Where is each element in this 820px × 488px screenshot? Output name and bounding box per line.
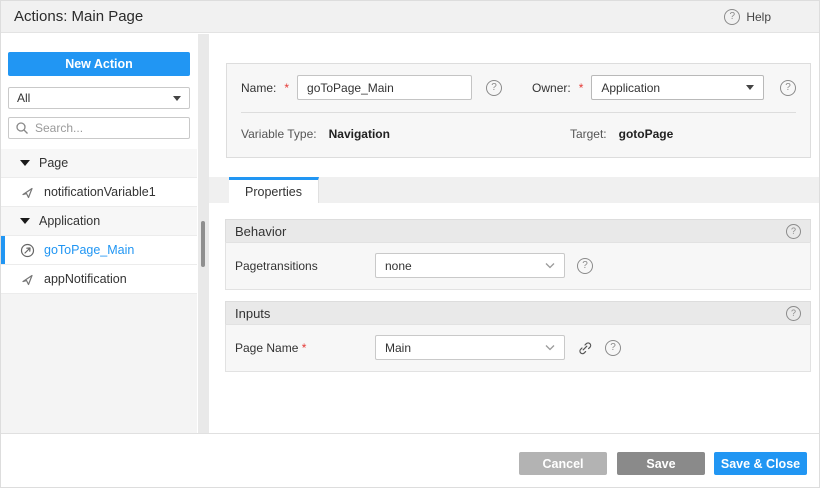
tab-properties[interactable]: Properties <box>229 177 319 203</box>
type-target-row: Variable Type: Navigation Target: gotoPa… <box>227 113 810 141</box>
filter-dropdown-value: All <box>17 91 31 105</box>
help-icon: ? <box>724 8 741 25</box>
required-asterisk: * <box>301 340 307 355</box>
link-icon[interactable] <box>577 340 593 356</box>
actions-tree: Page notificationVariable1 Application g… <box>1 149 197 294</box>
tree-group-label: Page <box>39 156 69 170</box>
tree-item-label: notificationVariable1 <box>44 185 156 199</box>
name-help-icon[interactable]: ? <box>486 79 503 96</box>
inputs-section-title: Inputs <box>235 305 271 321</box>
required-asterisk: * <box>578 80 584 95</box>
actions-editor-window: Actions: Main Page ? Help New Action All <box>0 0 820 488</box>
caret-down-icon <box>173 95 181 101</box>
cancel-button[interactable]: Cancel <box>519 452 607 475</box>
tree-item-label: appNotification <box>44 272 127 286</box>
search-icon <box>15 121 30 136</box>
scrollbar-thumb[interactable] <box>201 221 205 267</box>
target-label: Target: <box>569 127 607 141</box>
chevron-down-icon <box>545 262 555 269</box>
actions-sidebar: New Action All Page notification <box>1 34 197 433</box>
notification-icon <box>20 272 35 287</box>
behavior-section-title: Behavior <box>235 223 287 239</box>
behavior-section: Behavior ? Pagetransitions none ? <box>225 219 811 290</box>
tab-strip: Properties <box>209 177 819 203</box>
save-and-close-button[interactable]: Save & Close <box>714 452 807 475</box>
footer-bar: Cancel Save Save & Close <box>1 433 819 487</box>
tab-properties-label: Properties <box>245 184 302 199</box>
behavior-section-header: Behavior ? <box>225 219 811 242</box>
page-name-help-icon[interactable]: ? <box>605 339 621 356</box>
tree-item-notificationvariable1[interactable]: notificationVariable1 <box>1 178 197 207</box>
required-asterisk: * <box>284 80 290 95</box>
owner-help-icon[interactable]: ? <box>780 79 796 96</box>
page-name-label: Page Name * <box>235 340 307 355</box>
tree-item-appnotification[interactable]: appNotification <box>1 265 197 294</box>
pagetransitions-dropdown-value: none <box>385 258 412 273</box>
new-action-button[interactable]: New Action <box>8 52 190 76</box>
expand-triangle-icon[interactable] <box>20 160 30 166</box>
page-name-dropdown-value: Main <box>385 340 412 355</box>
search-box[interactable] <box>8 117 190 139</box>
help-button[interactable]: ? Help <box>724 8 771 25</box>
owner-dropdown[interactable]: Application <box>591 75 764 100</box>
tree-group-application[interactable]: Application <box>1 207 197 236</box>
search-input[interactable] <box>35 121 185 135</box>
filter-dropdown[interactable]: All <box>8 87 190 109</box>
variable-type-label: Variable Type: <box>241 127 317 141</box>
header-bar: Actions: Main Page ? Help <box>1 1 819 33</box>
sidebar-scrollbar[interactable] <box>198 34 209 433</box>
caret-down-icon <box>746 85 754 90</box>
inputs-section-header: Inputs ? <box>225 301 811 324</box>
name-input[interactable] <box>297 75 473 100</box>
sidebar-controls: New Action All <box>1 34 197 149</box>
behavior-section-body: Pagetransitions none ? <box>225 242 811 290</box>
tree-item-gotopage-main[interactable]: goToPage_Main <box>1 236 197 265</box>
pagetransitions-dropdown[interactable]: none <box>375 253 565 278</box>
notification-icon <box>20 185 35 200</box>
inputs-section-body: Page Name * Main ? <box>225 324 811 372</box>
save-button[interactable]: Save <box>617 452 705 475</box>
owner-label: Owner: <box>532 80 571 95</box>
page-title: Actions: Main Page <box>14 8 144 25</box>
tree-group-label: Application <box>39 214 101 228</box>
pagetransitions-help-icon[interactable]: ? <box>577 257 593 274</box>
inputs-section: Inputs ? Page Name * Main ? <box>225 301 811 372</box>
tree-group-page[interactable]: Page <box>1 149 197 178</box>
help-label: Help <box>746 9 771 24</box>
page-name-dropdown[interactable]: Main <box>375 335 565 360</box>
variable-type-value: Navigation <box>328 127 390 141</box>
expand-triangle-icon[interactable] <box>20 218 30 224</box>
owner-dropdown-value: Application <box>601 80 661 95</box>
name-label: Name: <box>241 80 277 95</box>
action-summary-box: Name: * ? Owner: * Application ? Variabl… <box>226 63 811 158</box>
action-detail-panel: Name: * ? Owner: * Application ? Variabl… <box>209 34 819 433</box>
target-value: gotoPage <box>618 127 674 141</box>
pagetransitions-icons: ? <box>577 257 593 274</box>
tree-item-label: goToPage_Main <box>44 243 135 257</box>
chevron-down-icon <box>545 344 555 351</box>
pagetransitions-label: Pagetransitions <box>235 258 318 273</box>
behavior-help-icon[interactable]: ? <box>786 223 801 239</box>
name-owner-row: Name: * ? Owner: * Application ? <box>227 64 810 100</box>
inputs-help-icon[interactable]: ? <box>786 305 801 321</box>
navigation-icon <box>20 243 35 258</box>
page-name-icons: ? <box>577 339 621 356</box>
